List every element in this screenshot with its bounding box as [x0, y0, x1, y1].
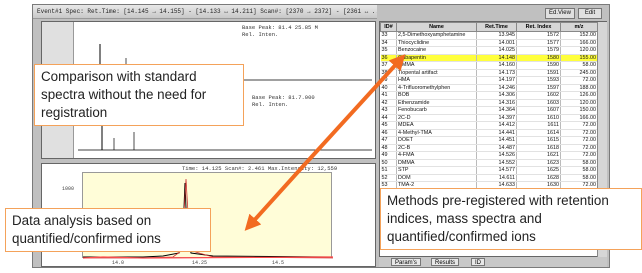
- arrow-to-table: [304, 54, 406, 165]
- callout-spectra-comparison: Comparison with standard spectra without…: [34, 64, 244, 126]
- arrow-to-chromatogram: [244, 161, 308, 231]
- screenshot-stage: Event#1 Spec: Ret.Time: [14.145 → 14.155…: [0, 0, 642, 273]
- callout-data-analysis: Data analysis based on quantified/confir…: [5, 208, 211, 252]
- callout-methods-preregistered: Methods pre-registered with retention in…: [380, 188, 642, 250]
